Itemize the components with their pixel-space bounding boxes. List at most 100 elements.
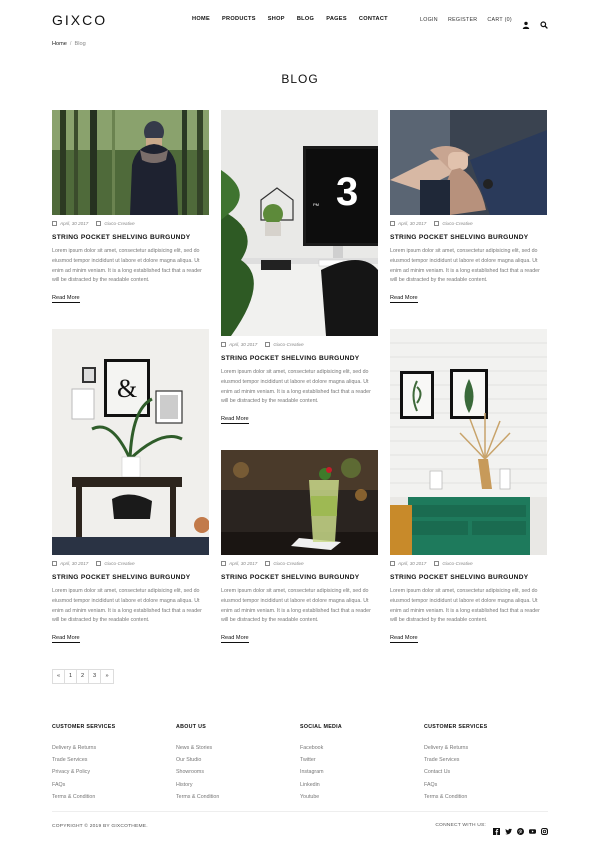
pagination-page-1[interactable]: 1 xyxy=(65,670,77,683)
post-author[interactable]: Gixco-Creative xyxy=(434,221,473,227)
footer-link[interactable]: Terms & Condition xyxy=(52,791,172,803)
footer-link[interactable]: Privacy & Policy xyxy=(52,766,172,778)
footer-link[interactable]: FAQs xyxy=(424,779,544,791)
post-meta: April, 30 2017 Gixco-Creative xyxy=(221,561,378,567)
post-image[interactable] xyxy=(221,450,378,555)
site-logo[interactable]: GIXCO xyxy=(52,12,107,28)
calendar-icon xyxy=(52,221,57,227)
footer-link[interactable]: FAQs xyxy=(52,779,172,791)
footer-link[interactable]: Trade Services xyxy=(424,754,544,766)
read-more-link[interactable]: Read More xyxy=(390,295,418,304)
post-image[interactable]: & xyxy=(52,329,209,555)
footer-link[interactable]: Delivery & Returns xyxy=(424,742,544,754)
post-image[interactable] xyxy=(390,110,547,215)
post-date: April, 30 2017 xyxy=(52,221,88,227)
post-title[interactable]: STRING POCKET SHELVING BURGUNDY xyxy=(221,574,378,581)
breadcrumb-separator: / xyxy=(69,41,72,47)
breadcrumb-current: Blog xyxy=(74,41,86,47)
footer-link[interactable]: Twitter xyxy=(300,754,420,766)
nav-home[interactable]: HOME xyxy=(192,16,210,22)
facebook-icon[interactable] xyxy=(493,822,500,835)
post-meta: April, 30 2017 Gixco-Creative xyxy=(221,342,378,348)
post-title[interactable]: STRING POCKET SHELVING BURGUNDY xyxy=(390,574,547,581)
post-author[interactable]: Gixco-Creative xyxy=(96,561,135,567)
footer-link[interactable]: News & Stories xyxy=(176,742,296,754)
post-image[interactable] xyxy=(390,329,547,555)
edit-icon xyxy=(265,561,271,567)
user-icon[interactable] xyxy=(522,16,530,29)
footer-link[interactable]: Instagram xyxy=(300,766,420,778)
post-title[interactable]: STRING POCKET SHELVING BURGUNDY xyxy=(221,355,378,362)
post-meta: April, 30 2017 Gixco-Creative xyxy=(390,561,547,567)
footer-link[interactable]: Youtube xyxy=(300,791,420,803)
read-more-link[interactable]: Read More xyxy=(52,295,80,304)
post-author[interactable]: Gixco-Creative xyxy=(265,561,304,567)
footer-heading: CUSTOMER SERVICES xyxy=(424,724,488,730)
read-more-link[interactable]: Read More xyxy=(221,416,249,425)
footer-column: ABOUT US News & Stories Our Studio Showr… xyxy=(176,724,296,803)
edit-icon xyxy=(434,221,440,227)
pagination-page-3[interactable]: 3 xyxy=(89,670,101,683)
post-title[interactable]: STRING POCKET SHELVING BURGUNDY xyxy=(52,574,209,581)
blog-card: & April, 30 2017 Gixco-Creative STRING P… xyxy=(52,329,209,644)
site-header: GIXCO HOME PRODUCTS SHOP BLOG PAGES CONT… xyxy=(0,0,600,38)
footer-link[interactable]: Facebook xyxy=(300,742,420,754)
breadcrumb: Home / Blog xyxy=(52,41,86,47)
post-excerpt: Lorem ipsum dolor sit amet, consectetur … xyxy=(390,248,540,284)
blog-card: April, 30 2017 Gixco-Creative STRING POC… xyxy=(390,329,547,644)
pagination-next[interactable]: » xyxy=(101,670,113,683)
post-title[interactable]: STRING POCKET SHELVING BURGUNDY xyxy=(390,234,547,241)
post-image[interactable] xyxy=(52,110,209,215)
blog-card: 3 PM April, 30 2017 Gixco-Creative STRIN… xyxy=(221,110,378,425)
twitter-icon[interactable] xyxy=(505,822,512,835)
footer-link[interactable]: Terms & Condition xyxy=(424,791,544,803)
post-title[interactable]: STRING POCKET SHELVING BURGUNDY xyxy=(52,234,209,241)
page-title: BLOG xyxy=(281,72,319,86)
nav-shop[interactable]: SHOP xyxy=(268,16,285,22)
youtube-icon[interactable] xyxy=(529,822,536,834)
footer-link[interactable]: Delivery & Returns xyxy=(52,742,172,754)
pagination: « 1 2 3 » xyxy=(52,669,114,684)
post-image[interactable]: 3 PM xyxy=(221,110,378,336)
nav-blog[interactable]: BLOG xyxy=(297,16,314,22)
edit-icon xyxy=(96,221,102,227)
register-link[interactable]: REGISTER xyxy=(448,17,477,23)
post-author[interactable]: Gixco-Creative xyxy=(265,342,304,348)
footer-link[interactable]: Our Studio xyxy=(176,754,296,766)
nav-products[interactable]: PRODUCTS xyxy=(222,16,256,22)
nav-contact[interactable]: CONTACT xyxy=(359,16,388,22)
pagination-page-2[interactable]: 2 xyxy=(77,670,89,683)
footer-heading: SOCIAL MEDIA xyxy=(300,724,343,730)
login-link[interactable]: LOGIN xyxy=(420,17,438,23)
footer-link[interactable]: Trade Services xyxy=(52,754,172,766)
read-more-link[interactable]: Read More xyxy=(390,635,418,644)
read-more-link[interactable]: Read More xyxy=(52,635,80,644)
footer-column: CUSTOMER SERVICES Delivery & Returns Tra… xyxy=(424,724,544,803)
account-nav: LOGIN REGISTER CART (0) xyxy=(420,16,548,29)
cart-link[interactable]: CART (0) xyxy=(487,17,512,23)
footer-link[interactable]: History xyxy=(176,779,296,791)
footer-link[interactable]: Terms & Condition xyxy=(176,791,296,803)
pagination-prev[interactable]: « xyxy=(53,670,65,683)
post-author[interactable]: Gixco-Creative xyxy=(96,221,135,227)
read-more-link[interactable]: Read More xyxy=(221,635,249,644)
social-links: CONNECT WITH US: xyxy=(435,822,548,835)
nav-pages[interactable]: PAGES xyxy=(326,16,347,22)
instagram-icon[interactable] xyxy=(541,822,548,835)
footer-link[interactable]: Contact Us xyxy=(424,766,544,778)
footer-link[interactable]: Linkedin xyxy=(300,779,420,791)
svg-text:&: & xyxy=(117,374,137,403)
post-meta: April, 30 2017 Gixco-Creative xyxy=(52,561,209,567)
footer-link[interactable]: Showrooms xyxy=(176,766,296,778)
post-meta: April, 30 2017 Gixco-Creative xyxy=(390,221,547,227)
edit-icon xyxy=(265,342,271,348)
pinterest-icon[interactable] xyxy=(517,822,524,835)
footer-heading: ABOUT US xyxy=(176,724,207,730)
breadcrumb-home[interactable]: Home xyxy=(52,41,67,47)
search-icon[interactable] xyxy=(540,16,548,29)
blog-card: April, 30 2017 Gixco-Creative STRING POC… xyxy=(221,450,378,644)
calendar-icon xyxy=(390,221,395,227)
post-author[interactable]: Gixco-Creative xyxy=(434,561,473,567)
footer-column: CUSTOMER SERVICES Delivery & Returns Tra… xyxy=(52,724,172,803)
calendar-icon xyxy=(390,561,395,567)
